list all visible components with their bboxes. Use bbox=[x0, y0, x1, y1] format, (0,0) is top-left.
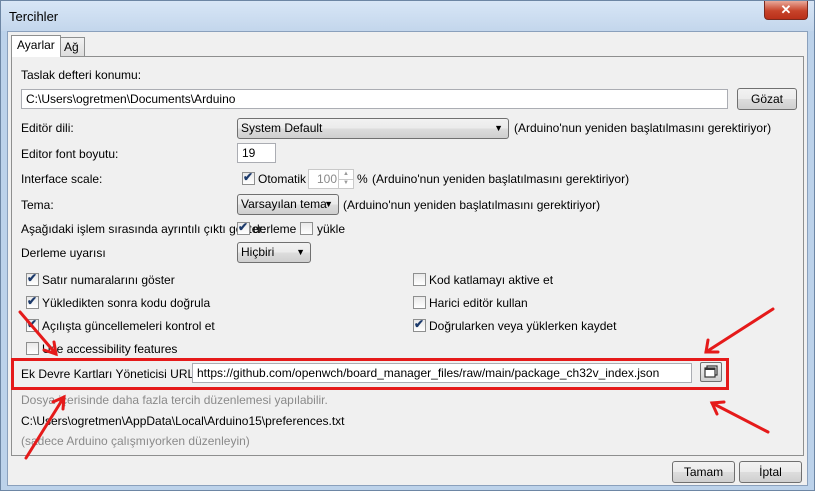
arrow-top-right bbox=[704, 307, 775, 354]
tab-settings[interactable]: Ayarlar bbox=[11, 35, 61, 57]
annotation-arrows bbox=[18, 307, 775, 460]
arrow-left-up bbox=[24, 395, 66, 460]
arrow-left-down bbox=[18, 310, 58, 356]
arrow-bottom-right bbox=[710, 401, 770, 434]
